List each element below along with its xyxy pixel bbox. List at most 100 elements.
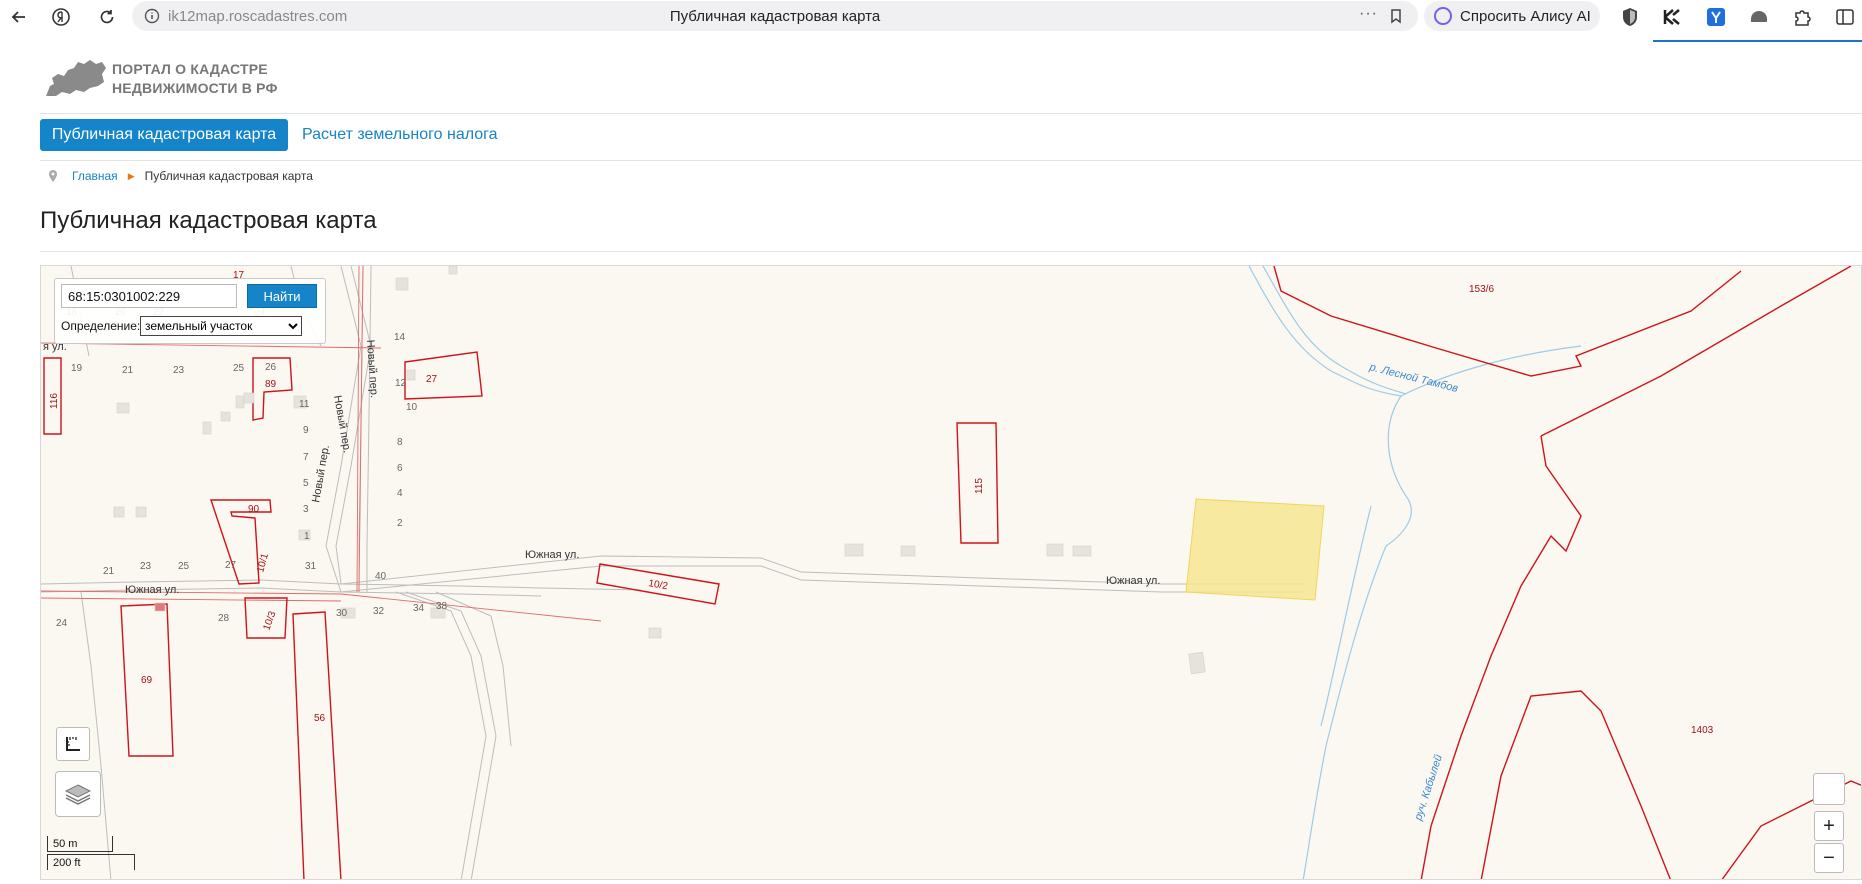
parcel-label: 89 — [265, 379, 277, 390]
house-number: 28 — [218, 613, 230, 624]
bookmark-icon[interactable] — [1388, 8, 1404, 24]
logo-line-2: НЕДВИЖИМОСТИ В РФ — [112, 80, 278, 96]
parcel-label: 10/2 — [647, 578, 669, 592]
yandex-icon[interactable] — [48, 4, 74, 30]
layers-button[interactable] — [55, 771, 101, 817]
house-numbers: 18 20 22 24 19 21 23 25 26 11 9 7 5 3 1 … — [56, 307, 448, 629]
house-number: 21 — [103, 566, 115, 577]
house-number: 32 — [373, 606, 385, 617]
find-button[interactable]: Найти — [247, 284, 317, 308]
selected-parcel[interactable] — [1185, 498, 1325, 601]
house-number: 26 — [265, 362, 277, 373]
street-label: Южная ул. — [1106, 575, 1160, 587]
house-number: 27 — [225, 560, 237, 571]
house-number: 3 — [303, 504, 309, 515]
zoom-in-button[interactable]: + — [1814, 811, 1844, 841]
alice-icon — [1434, 7, 1452, 25]
scale-metric: 50 m — [47, 836, 113, 852]
house-number: 38 — [436, 601, 448, 612]
measure-tool-button[interactable] — [56, 727, 90, 761]
location-pin-icon — [49, 170, 57, 182]
definition-label: Определение: — [61, 319, 141, 333]
street-labels: Южная ул. Южная ул. Южная ул. Новый пер.… — [43, 339, 1160, 596]
house-number: 9 — [303, 425, 309, 436]
house-number: 40 — [375, 571, 387, 582]
house-number: 11 — [299, 399, 310, 410]
house-number: 30 — [336, 608, 348, 619]
extension-k-icon[interactable] — [1660, 5, 1684, 29]
parcel-label: 153/6 — [1469, 284, 1494, 295]
house-number: 12 — [395, 378, 407, 389]
russia-map-logo[interactable] — [44, 56, 108, 100]
portal-logo-text[interactable]: ПОРТАЛ О КАДАСТРЕ НЕДВИЖИМОСТИ В РФ — [112, 60, 278, 98]
house-number: 4 — [397, 488, 403, 499]
address-bar[interactable]: ik12map.roscadastres.com Публичная кадас… — [132, 1, 1418, 31]
parcel-label: 1403 — [1691, 725, 1714, 736]
ruler-icon — [66, 737, 80, 751]
river-label: руч. Кабылей — [1412, 753, 1445, 823]
zoom-out-button[interactable]: − — [1814, 843, 1844, 873]
cadastral-map[interactable]: Южная ул. Южная ул. Южная ул. Новый пер.… — [40, 265, 1862, 880]
house-number: 2 — [397, 518, 403, 529]
breadcrumb-arrow-icon: ▶ — [127, 170, 135, 181]
extension-y-icon[interactable] — [1704, 5, 1728, 29]
house-number: 25 — [233, 363, 245, 374]
divider — [40, 251, 1862, 252]
breadcrumb-home[interactable]: Главная — [72, 169, 118, 183]
house-number: 8 — [397, 437, 403, 448]
shield-icon[interactable] — [1618, 5, 1642, 29]
house-number: 1 — [304, 531, 310, 542]
house-number: 23 — [140, 561, 152, 572]
browser-toolbar: ik12map.roscadastres.com Публичная кадас… — [0, 0, 1862, 34]
house-number: 10 — [406, 402, 418, 413]
river-labels: р. Лесной Тамбов руч. Кабылей — [1367, 361, 1459, 823]
url-text[interactable]: ik12map.roscadastres.com — [168, 8, 347, 25]
alice-button[interactable]: Спросить Алису AI — [1424, 1, 1600, 31]
tab-public-cadastral-map[interactable]: Публичная кадастровая карта — [40, 119, 288, 151]
window-icon[interactable] — [1833, 5, 1857, 29]
house-number: 23 — [173, 365, 185, 376]
house-number: 14 — [394, 332, 406, 343]
parcel-label: 27 — [426, 374, 438, 385]
definition-select[interactable]: земельный участок — [140, 316, 302, 336]
divider — [40, 113, 1862, 114]
breadcrumb: Главная ▶ Публичная кадастровая карта — [48, 169, 313, 183]
parcel-label: 10/3 — [261, 610, 278, 632]
house-number: 6 — [397, 463, 403, 474]
back-icon[interactable] — [6, 4, 32, 30]
logo-line-1: ПОРТАЛ О КАДАСТРЕ — [112, 61, 268, 77]
map-canvas[interactable]: Южная ул. Южная ул. Южная ул. Новый пер.… — [41, 266, 1862, 880]
house-number: 21 — [122, 365, 134, 376]
tab-indicator — [1653, 40, 1862, 42]
puzzle-icon[interactable] — [1790, 5, 1814, 29]
more-icon[interactable]: ··· — [1359, 5, 1378, 23]
street-label: Южная ул. — [525, 549, 579, 561]
alice-label: Спросить Алису AI — [1460, 7, 1591, 25]
parcels[interactable] — [43, 266, 1862, 880]
parcel-label: 69 — [141, 675, 153, 686]
page-title: Публичная кадастровая карта — [40, 207, 377, 234]
layers-icon — [64, 784, 92, 805]
parcel-label: 115 — [974, 478, 985, 494]
scale-imperial: 200 ft — [47, 854, 135, 870]
parcel-label: 56 — [314, 713, 326, 724]
parcel-label: 116 — [49, 393, 60, 409]
house-number: 34 — [413, 603, 425, 614]
site-info-icon[interactable] — [144, 8, 160, 24]
house-number: 31 — [305, 561, 317, 572]
cadastral-number-input[interactable] — [61, 284, 237, 308]
street-label: Новый пер. — [310, 444, 332, 503]
house-number: 25 — [178, 561, 190, 572]
breadcrumb-current: Публичная кадастровая карта — [144, 169, 313, 183]
fullscreen-button[interactable] — [1813, 773, 1845, 805]
tab-land-tax-calculation[interactable]: Расчет земельного налога — [302, 126, 498, 144]
reload-icon[interactable] — [94, 4, 120, 30]
street-label: Южная ул. — [125, 584, 179, 596]
house-number: 24 — [56, 618, 68, 629]
search-panel: Найти Определение: земельный участок — [54, 278, 326, 344]
extension-hat-icon[interactable] — [1747, 5, 1771, 29]
divider — [40, 160, 1862, 161]
street-label: Новый пер. — [331, 394, 353, 453]
roads — [41, 266, 1303, 879]
house-number: 5 — [303, 478, 309, 489]
